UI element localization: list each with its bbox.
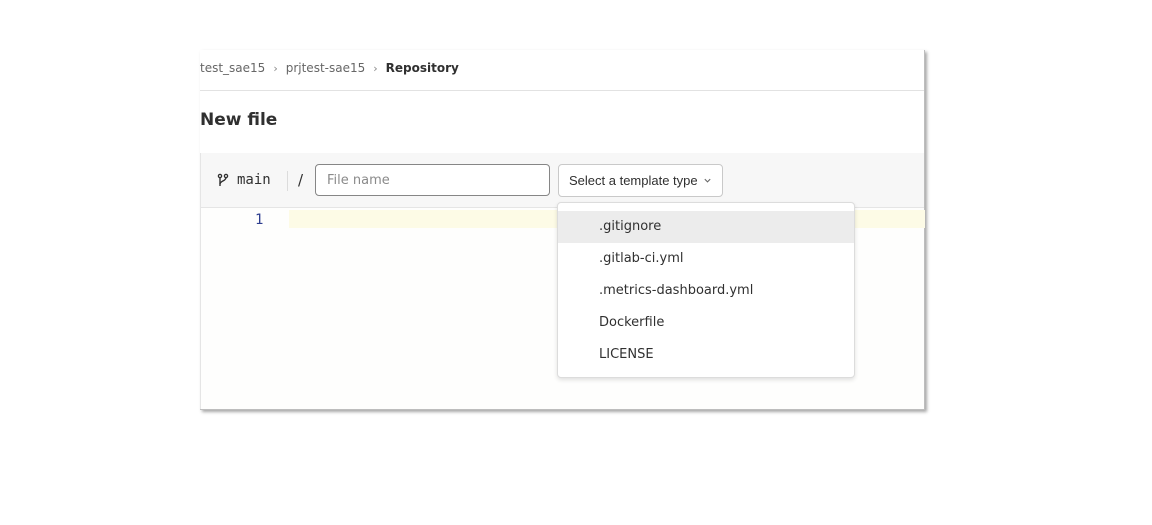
branch-divider	[287, 171, 288, 191]
chevron-down-icon	[704, 178, 711, 183]
branch-label: main	[217, 172, 271, 188]
header-divider	[200, 90, 924, 91]
breadcrumb-current: Repository	[385, 61, 459, 75]
template-type-dropdown-button[interactable]: Select a template type	[558, 164, 723, 197]
breadcrumb-project-link[interactable]: prjtest-sae15	[286, 61, 366, 75]
page-title: New file	[200, 110, 278, 130]
template-item-license[interactable]: LICENSE	[558, 339, 854, 371]
branch-name: main	[237, 172, 271, 188]
breadcrumb: test_sae15 › prjtest-sae15 › Repository	[200, 60, 459, 76]
template-type-dropdown-menu: .gitignore .gitlab-ci.yml .metrics-dashb…	[557, 202, 855, 378]
template-item-metrics-dashboard[interactable]: .metrics-dashboard.yml	[558, 275, 854, 307]
template-item-gitlab-ci[interactable]: .gitlab-ci.yml	[558, 243, 854, 275]
template-type-label: Select a template type	[569, 173, 698, 188]
git-branch-icon	[217, 173, 229, 186]
template-item-gitignore[interactable]: .gitignore	[558, 211, 854, 243]
path-separator: /	[298, 171, 304, 189]
editor-header: main / Select a template type	[201, 153, 924, 208]
chevron-right-icon: ›	[373, 61, 378, 75]
breadcrumb-group-link[interactable]: test_sae15	[200, 61, 265, 75]
chevron-right-icon: ›	[273, 61, 278, 75]
line-number: 1	[255, 212, 264, 228]
template-item-dockerfile[interactable]: Dockerfile	[558, 307, 854, 339]
file-name-input[interactable]	[315, 164, 550, 196]
